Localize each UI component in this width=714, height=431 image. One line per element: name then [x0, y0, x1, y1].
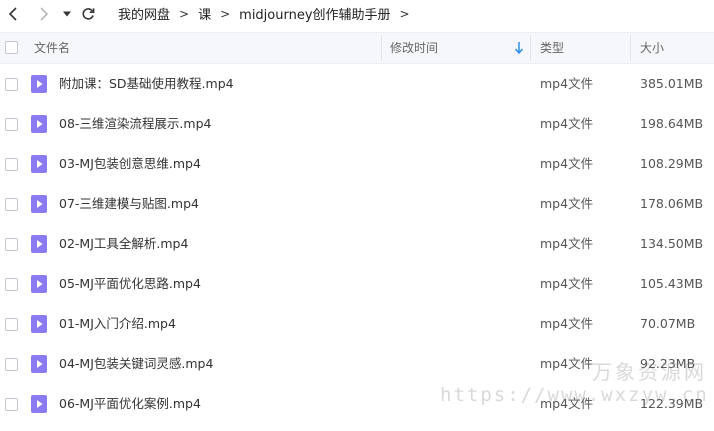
column-divider[interactable]: [530, 35, 531, 61]
column-divider[interactable]: [381, 35, 382, 61]
video-file-icon: [31, 155, 47, 173]
refresh-icon: [82, 8, 95, 20]
row-checkbox[interactable]: [5, 358, 18, 371]
row-checkbox[interactable]: [5, 278, 18, 291]
breadcrumb-item-current-folder[interactable]: midjourney创作辅助手册: [239, 4, 390, 23]
file-name[interactable]: 05-MJ平面优化思路.mp4: [59, 264, 201, 304]
file-row[interactable]: 06-MJ平面优化案例.mp4 mp4文件 122.39MB: [0, 384, 714, 424]
file-type: mp4文件: [540, 316, 594, 331]
row-checkbox[interactable]: [5, 238, 18, 251]
toolbar: 我的网盘 > 课 > midjourney创作辅助手册 >: [0, 0, 714, 28]
file-size: 178.06MB: [640, 196, 704, 211]
video-file-icon: [31, 235, 47, 253]
file-size: 92.23MB: [640, 356, 696, 371]
row-checkbox[interactable]: [5, 118, 18, 131]
file-type: mp4文件: [540, 356, 594, 371]
file-row[interactable]: 03-MJ包装创意思维.mp4 mp4文件 108.29MB: [0, 144, 714, 184]
file-name[interactable]: 附加课：SD基础使用教程.mp4: [59, 64, 234, 104]
chevron-left-icon: [8, 7, 17, 21]
caret-down-icon: [63, 11, 71, 17]
file-type: mp4文件: [540, 196, 594, 211]
breadcrumb: 我的网盘 > 课 > midjourney创作辅助手册 >: [118, 4, 419, 24]
file-name[interactable]: 03-MJ包装创意思维.mp4: [59, 144, 201, 184]
file-size: 70.07MB: [640, 316, 696, 331]
file-size: 198.64MB: [640, 116, 704, 131]
history-dropdown-button[interactable]: [56, 3, 78, 25]
file-row[interactable]: 07-三维建模与贴图.mp4 mp4文件 178.06MB: [0, 184, 714, 224]
file-type: mp4文件: [540, 236, 594, 251]
column-header: 文件名 修改时间 类型 大小: [0, 32, 714, 64]
column-header-size[interactable]: 大小: [640, 33, 664, 63]
file-type: mp4文件: [540, 396, 594, 411]
file-name[interactable]: 06-MJ平面优化案例.mp4: [59, 384, 201, 424]
breadcrumb-separator-icon: >: [399, 6, 410, 21]
file-row[interactable]: 02-MJ工具全解析.mp4 mp4文件 134.50MB: [0, 224, 714, 264]
video-file-icon: [31, 355, 47, 373]
file-name[interactable]: 08-三维渲染流程展示.mp4: [59, 104, 211, 144]
file-size: 122.39MB: [640, 396, 704, 411]
video-file-icon: [31, 195, 47, 213]
breadcrumb-separator-icon: >: [179, 6, 190, 21]
select-all-checkbox[interactable]: [5, 41, 18, 54]
file-name[interactable]: 04-MJ包装关键词灵感.mp4: [59, 344, 213, 384]
row-checkbox[interactable]: [5, 398, 18, 411]
file-name[interactable]: 02-MJ工具全解析.mp4: [59, 224, 188, 264]
file-size: 134.50MB: [640, 236, 704, 251]
chevron-right-icon: [40, 7, 49, 21]
file-type: mp4文件: [540, 116, 594, 131]
file-row[interactable]: 01-MJ入门介绍.mp4 mp4文件 70.07MB: [0, 304, 714, 344]
video-file-icon: [31, 75, 47, 93]
sort-descending-icon[interactable]: [514, 41, 524, 55]
file-type: mp4文件: [540, 76, 594, 91]
row-checkbox[interactable]: [5, 78, 18, 91]
breadcrumb-item-my-drive[interactable]: 我的网盘: [118, 4, 170, 23]
column-divider[interactable]: [630, 35, 631, 61]
video-file-icon: [31, 115, 47, 133]
video-file-icon: [31, 315, 47, 333]
breadcrumb-separator-icon: >: [220, 6, 231, 21]
column-header-name[interactable]: 文件名: [34, 33, 70, 63]
forward-button[interactable]: [33, 3, 55, 25]
file-type: mp4文件: [540, 156, 594, 171]
video-file-icon: [31, 275, 47, 293]
file-size: 385.01MB: [640, 76, 704, 91]
refresh-button[interactable]: [77, 3, 99, 25]
file-size: 105.43MB: [640, 276, 704, 291]
back-button[interactable]: [2, 3, 24, 25]
file-row[interactable]: 04-MJ包装关键词灵感.mp4 mp4文件 92.23MB: [0, 344, 714, 384]
row-checkbox[interactable]: [5, 158, 18, 171]
file-size: 108.29MB: [640, 156, 704, 171]
file-name[interactable]: 01-MJ入门介绍.mp4: [59, 304, 176, 344]
breadcrumb-item-course[interactable]: 课: [198, 4, 211, 23]
column-header-type[interactable]: 类型: [540, 33, 564, 63]
file-type: mp4文件: [540, 276, 594, 291]
file-row[interactable]: 08-三维渲染流程展示.mp4 mp4文件 198.64MB: [0, 104, 714, 144]
row-checkbox[interactable]: [5, 318, 18, 331]
file-name[interactable]: 07-三维建模与贴图.mp4: [59, 184, 199, 224]
file-row[interactable]: 附加课：SD基础使用教程.mp4 mp4文件 385.01MB: [0, 64, 714, 104]
file-row[interactable]: 05-MJ平面优化思路.mp4 mp4文件 105.43MB: [0, 264, 714, 304]
video-file-icon: [31, 395, 47, 413]
column-header-modified[interactable]: 修改时间: [390, 33, 438, 63]
row-checkbox[interactable]: [5, 198, 18, 211]
